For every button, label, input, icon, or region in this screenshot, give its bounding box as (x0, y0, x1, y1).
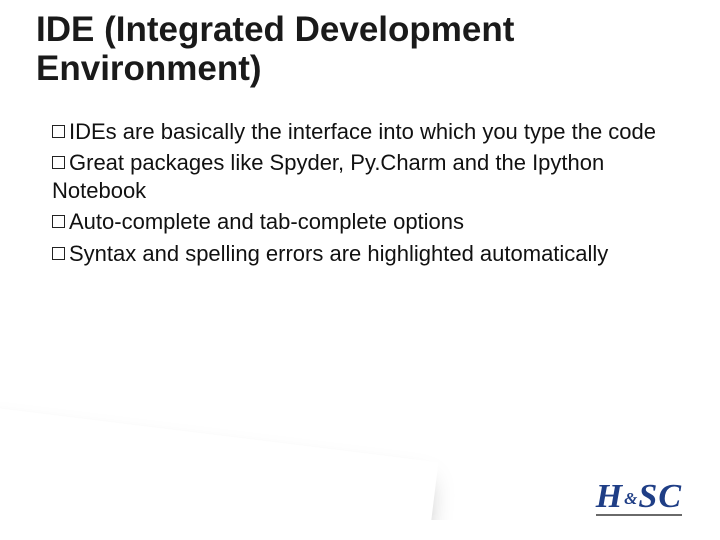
logo-left: H (596, 478, 623, 515)
bullet-item: IDEs are basically the interface into wh… (52, 118, 662, 146)
logo: H&SC (596, 478, 682, 516)
logo-underline (596, 514, 682, 516)
bullet-text: are basically the interface into which y… (117, 119, 656, 144)
square-bullet-icon (52, 247, 65, 260)
square-bullet-icon (52, 156, 65, 169)
bullet-text: and spelling errors are highlighted auto… (136, 241, 608, 266)
slide: IDE (Integrated Development Environment)… (0, 0, 720, 540)
slide-body: IDEs are basically the interface into wh… (52, 118, 662, 271)
bullet-lead: Auto-complete (69, 209, 211, 234)
bullet-item: Great packages like Spyder, Py.Charm and… (52, 149, 662, 205)
bullet-lead: IDEs (69, 119, 117, 144)
bullet-lead: Syntax (69, 241, 136, 266)
bullet-item: Auto-complete and tab-complete options (52, 208, 662, 236)
square-bullet-icon (52, 215, 65, 228)
logo-ampersand: & (624, 489, 637, 508)
bullet-item: Syntax and spelling errors are highlight… (52, 240, 662, 268)
bullet-text: and tab-complete options (211, 209, 464, 234)
bullet-text: packages like Spyder, Py.Charm and the I… (52, 150, 604, 203)
logo-right: SC (638, 478, 682, 515)
square-bullet-icon (52, 125, 65, 138)
slide-title: IDE (Integrated Development Environment) (36, 10, 680, 88)
bullet-lead: Great (69, 150, 124, 175)
